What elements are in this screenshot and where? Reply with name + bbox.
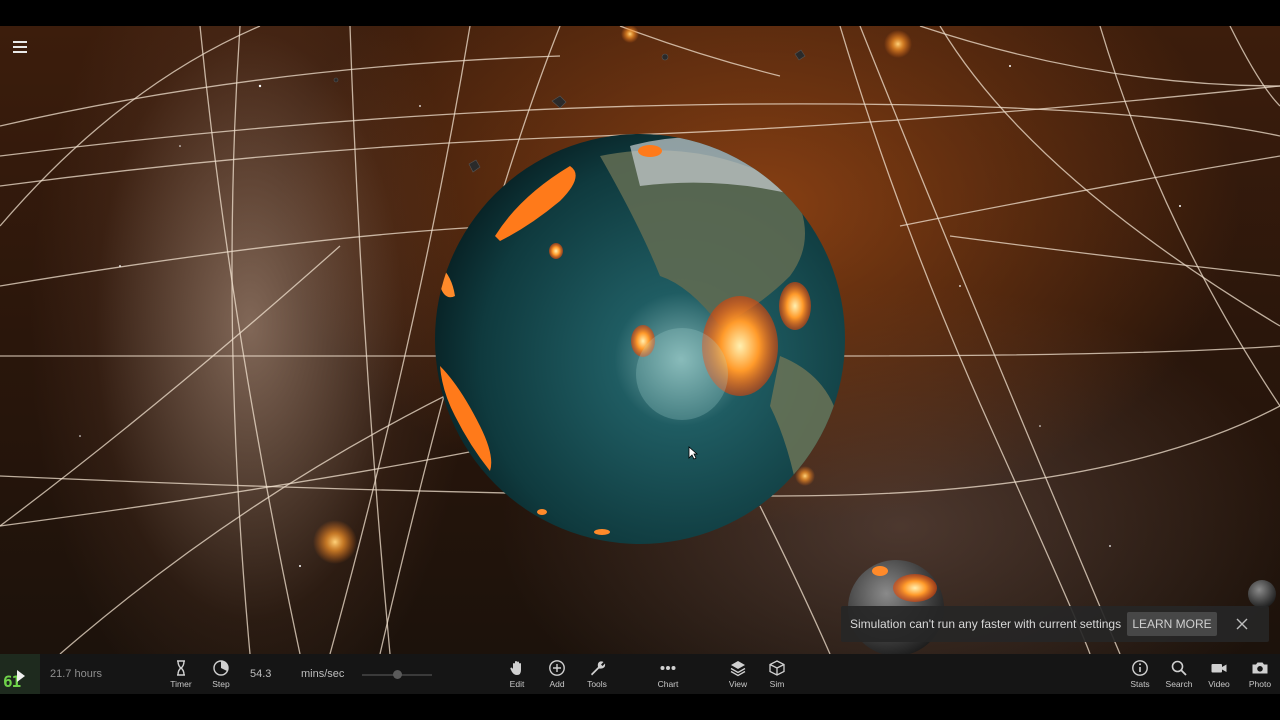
video-button[interactable]: Video — [1199, 659, 1239, 693]
hamburger-menu-icon[interactable] — [13, 41, 27, 53]
simulation-time: 21.7 hours — [50, 668, 102, 680]
close-icon[interactable] — [1234, 616, 1250, 632]
edge-body-right[interactable] — [1248, 580, 1276, 608]
sim-label: Sim — [769, 679, 785, 689]
mouse-cursor-icon — [688, 446, 698, 460]
add-label: Add — [549, 679, 565, 689]
glowing-body-top[interactable] — [884, 30, 912, 58]
step-button[interactable]: Step — [201, 659, 241, 693]
glowing-body-top-small[interactable] — [621, 26, 639, 43]
glowing-body-left[interactable] — [313, 520, 357, 564]
camera-icon — [1252, 662, 1268, 674]
play-icon[interactable] — [16, 670, 26, 682]
plus-circle-icon — [549, 660, 565, 676]
hand-icon — [510, 661, 521, 675]
earth-planet[interactable] — [435, 134, 845, 544]
video-camera-icon — [1211, 664, 1227, 673]
step-label: Step — [212, 679, 230, 689]
add-button[interactable]: Add — [537, 659, 577, 693]
search-icon — [1171, 660, 1187, 676]
layers-icon — [730, 661, 746, 677]
notification-message: Simulation can't run any faster with cur… — [850, 617, 1122, 631]
bottom-toolbar: 61 21.7 hours Timer Step 54.3 mins/sec E… — [0, 654, 1280, 694]
search-button[interactable]: Search — [1159, 659, 1199, 693]
info-icon — [1132, 660, 1148, 676]
chart-label: Chart — [657, 679, 679, 689]
timer-label: Timer — [170, 679, 192, 689]
sim-button[interactable]: Sim — [757, 659, 797, 693]
edit-label: Edit — [509, 679, 525, 689]
step-dial-icon — [213, 660, 229, 676]
learn-more-button[interactable]: LEARN MORE — [1127, 612, 1217, 636]
stats-label: Stats — [1130, 679, 1150, 689]
hourglass-icon — [177, 660, 185, 676]
simulation-viewport[interactable] — [0, 26, 1280, 654]
timer-button[interactable]: Timer — [161, 659, 201, 693]
universe-sandbox-window: Simulation can't run any faster with cur… — [0, 0, 1280, 720]
chart-button[interactable]: Chart — [648, 659, 688, 693]
search-label: Search — [1165, 679, 1193, 689]
tools-label: Tools — [587, 679, 607, 689]
stats-button[interactable]: Stats — [1120, 659, 1160, 693]
simulation-speed-slider[interactable] — [362, 670, 432, 679]
view-label: View — [728, 679, 748, 689]
cube-icon — [769, 660, 785, 676]
video-label: Video — [1208, 679, 1230, 689]
view-button[interactable]: View — [718, 659, 758, 693]
slider-thumb[interactable] — [393, 670, 402, 679]
simulation-rate-unit: mins/sec — [301, 668, 345, 680]
dots-icon — [660, 666, 676, 670]
tools-button[interactable]: Tools — [577, 659, 617, 693]
space-scene — [0, 26, 1280, 654]
photo-label: Photo — [1248, 679, 1272, 689]
wrench-icon — [591, 661, 606, 676]
edit-button[interactable]: Edit — [497, 659, 537, 693]
performance-notification: Simulation can't run any faster with cur… — [841, 606, 1269, 642]
fps-counter: 61 — [0, 654, 40, 694]
simulation-rate-value: 54.3 — [250, 668, 272, 680]
photo-button[interactable]: Photo — [1240, 659, 1280, 693]
